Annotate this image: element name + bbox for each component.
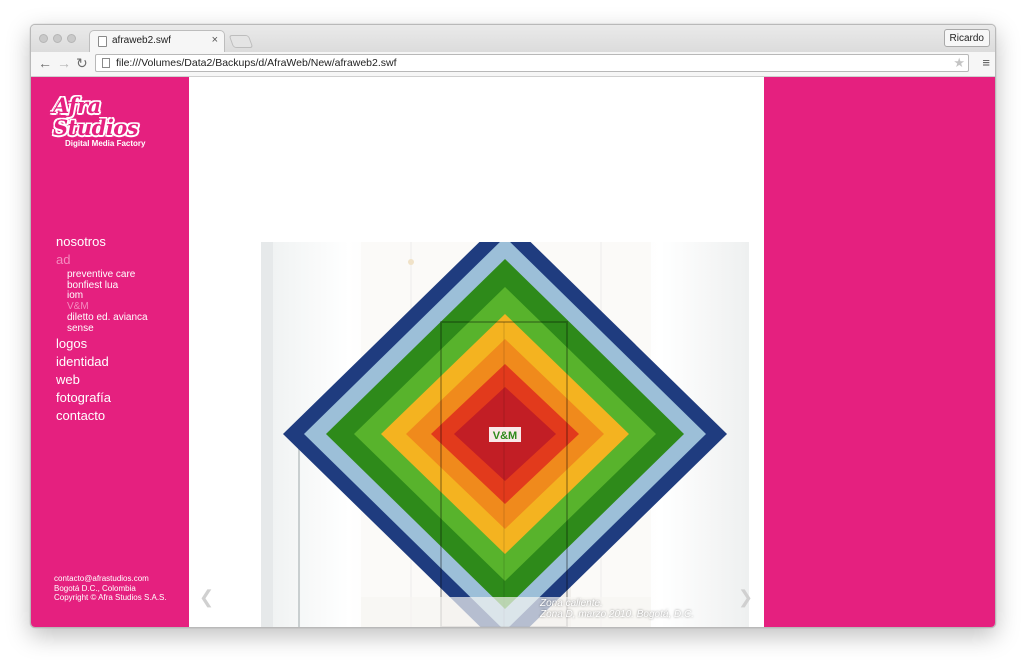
diamond-installation-image: V&M — [261, 242, 727, 627]
gallery-stage: V&M ❮ ❯ — [189, 77, 764, 627]
sub-sense[interactable]: sense — [67, 323, 186, 335]
page-content: Afra Studios Digital Media Factory nosot… — [31, 77, 995, 627]
back-icon[interactable]: ← — [38, 55, 52, 71]
right-sidebar — [764, 77, 995, 627]
left-sidebar: Afra Studios Digital Media Factory nosot… — [31, 77, 189, 627]
site-footer: contacto@afrastudios.com Bogotá D.C., Co… — [54, 574, 167, 603]
next-arrow-icon[interactable]: ❯ — [738, 587, 753, 608]
footer-email[interactable]: contacto@afrastudios.com — [54, 574, 167, 584]
center-logo-text: V&M — [493, 430, 517, 442]
address-bar[interactable]: file:///Volumes/Data2/Backups/d/AfraWeb/… — [95, 54, 969, 72]
bookmark-star-icon[interactable]: ★ — [953, 55, 965, 71]
new-tab-button[interactable] — [228, 35, 254, 48]
browser-tab[interactable]: afraweb2.swf × — [89, 30, 225, 52]
ad-submenu: preventive care bonfiest lua iom V&M dil… — [67, 269, 186, 335]
logo-tagline: Digital Media Factory — [65, 139, 146, 148]
nav-ad[interactable]: ad — [56, 251, 186, 269]
nav-nosotros[interactable]: nosotros — [56, 233, 186, 251]
footer-copyright: Copyright © Afra Studios S.A.S. — [54, 593, 167, 602]
sub-diletto-avianca[interactable]: diletto ed. avianca — [67, 312, 186, 324]
zoom-window-icon[interactable] — [67, 34, 76, 43]
caption-title: Zona caliente. — [540, 598, 603, 609]
reload-icon[interactable]: ↻ — [76, 55, 88, 71]
sub-bonfiest-lua[interactable]: bonfiest lua — [67, 280, 186, 292]
close-window-icon[interactable] — [39, 34, 48, 43]
tab-strip: afraweb2.swf × Ricardo — [31, 25, 995, 52]
browser-toolbar: ← → ↻ file:///Volumes/Data2/Backups/d/Af… — [31, 52, 995, 77]
tab-close-icon[interactable]: × — [212, 34, 218, 46]
document-icon — [98, 36, 107, 47]
nav-web[interactable]: web — [56, 371, 186, 389]
afra-studios-logo[interactable]: Afra Studios Digital Media Factory — [53, 93, 168, 149]
menu-icon[interactable]: ≡ — [982, 55, 990, 70]
url-text[interactable]: file:///Volumes/Data2/Backups/d/AfraWeb/… — [116, 57, 397, 69]
photo-caption: Zona caliente. Zona D, marzo 2010. Bogot… — [540, 598, 694, 620]
site-nav: nosotros ad preventive care bonfiest lua… — [56, 233, 186, 425]
minimize-window-icon[interactable] — [53, 34, 62, 43]
previous-arrow-icon[interactable]: ❮ — [199, 587, 214, 608]
browser-window: afraweb2.swf × Ricardo ← → ↻ file:///Vol… — [30, 24, 996, 628]
nav-identidad[interactable]: identidad — [56, 353, 186, 371]
forward-icon[interactable]: → — [57, 55, 71, 71]
nav-fotografia[interactable]: fotografía — [56, 389, 186, 407]
gallery-photo: V&M — [261, 242, 749, 627]
page-info-icon[interactable] — [102, 58, 110, 68]
footer-city: Bogotá D.C., Colombia — [54, 583, 136, 593]
user-profile-button[interactable]: Ricardo — [943, 29, 990, 47]
tab-title: afraweb2.swf — [112, 35, 171, 46]
nav-contacto[interactable]: contacto — [56, 407, 186, 425]
caption-detail: Zona D, marzo 2010. Bogotá, D.C. — [540, 609, 694, 620]
logo-text: Afra Studios — [53, 93, 139, 140]
nav-logos[interactable]: logos — [56, 335, 186, 353]
